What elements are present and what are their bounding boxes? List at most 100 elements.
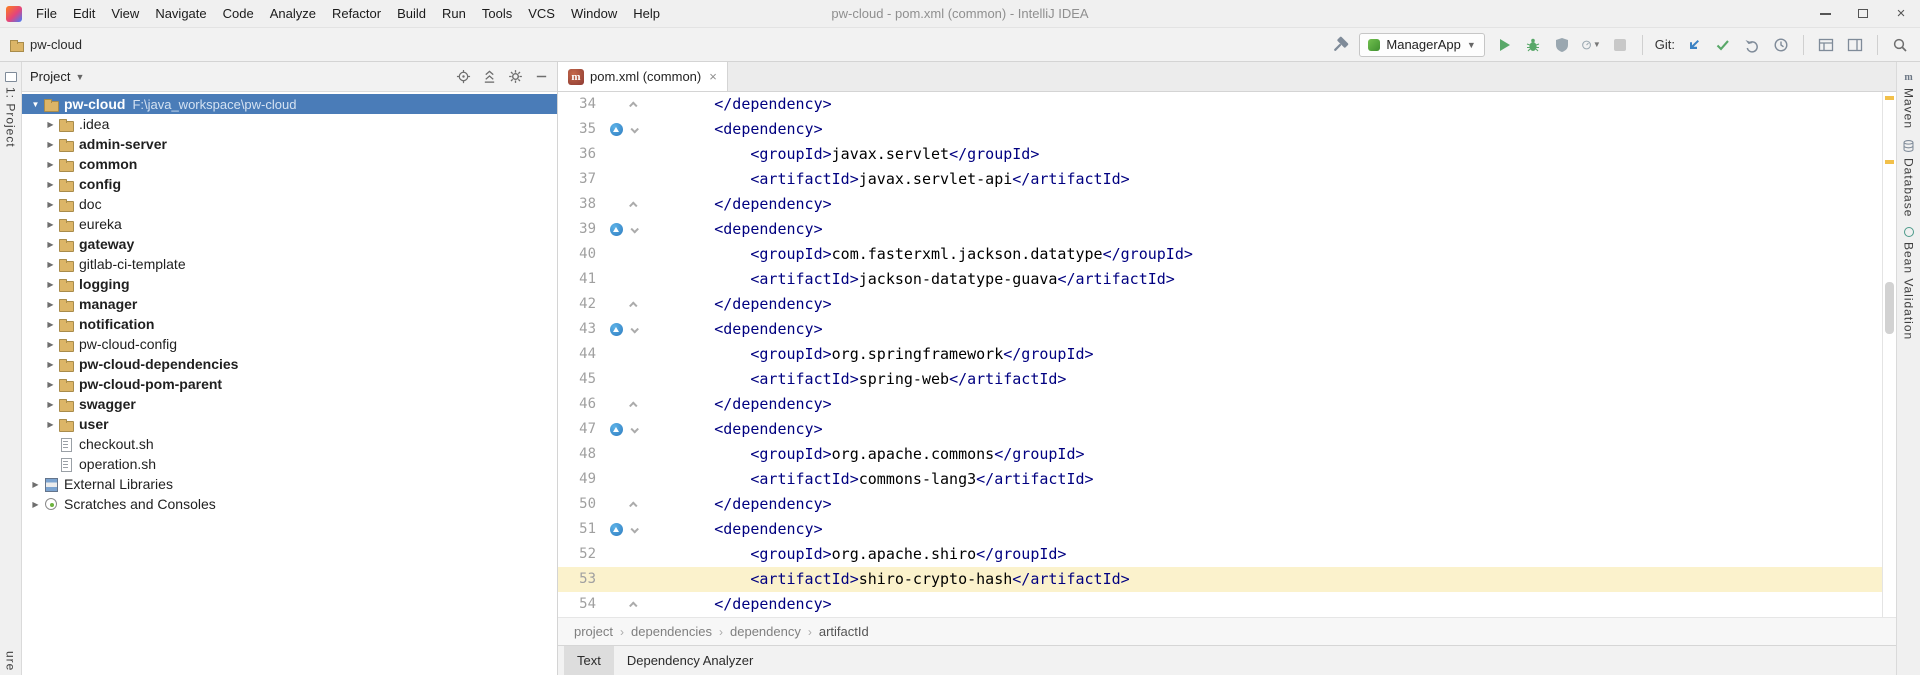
editor-line-34[interactable]: 34 </dependency> bbox=[558, 92, 1882, 117]
menu-file[interactable]: File bbox=[28, 0, 65, 27]
editor-scrollbar[interactable] bbox=[1882, 92, 1896, 617]
menu-edit[interactable]: Edit bbox=[65, 0, 103, 27]
layout-editor-button[interactable] bbox=[1816, 35, 1836, 55]
chevron-collapsed-icon[interactable]: ▶ bbox=[43, 240, 58, 249]
editor-line-47[interactable]: 47 <dependency> bbox=[558, 417, 1882, 442]
tree-item-operation-sh[interactable]: operation.sh bbox=[22, 454, 557, 474]
editor-line-37[interactable]: 37 <artifactId>javax.servlet-api</artifa… bbox=[558, 167, 1882, 192]
editor[interactable]: 34 </dependency>35 <dependency>36 <group… bbox=[558, 92, 1896, 617]
hide-panel-button[interactable] bbox=[533, 69, 549, 85]
maven-dependency-gutter-icon[interactable] bbox=[610, 423, 623, 436]
chevron-collapsed-icon[interactable]: ▶ bbox=[28, 480, 43, 489]
menu-help[interactable]: Help bbox=[625, 0, 668, 27]
tree-item-user[interactable]: ▶user bbox=[22, 414, 557, 434]
menu-vcs[interactable]: VCS bbox=[520, 0, 563, 27]
fold-marker-icon[interactable] bbox=[629, 101, 637, 109]
fold-marker-icon[interactable] bbox=[630, 525, 638, 533]
chevron-collapsed-icon[interactable]: ▶ bbox=[43, 420, 58, 429]
fold-marker-icon[interactable] bbox=[629, 601, 637, 609]
editor-line-46[interactable]: 46 </dependency> bbox=[558, 392, 1882, 417]
editor-line-48[interactable]: 48 <groupId>org.apache.commons</groupId> bbox=[558, 442, 1882, 467]
tool-window-button-project[interactable]: 1: Project bbox=[0, 62, 21, 148]
chevron-collapsed-icon[interactable]: ▶ bbox=[43, 280, 58, 289]
tree-item-external-libraries[interactable]: ▶External Libraries bbox=[22, 474, 557, 494]
tree-item-eureka[interactable]: ▶eureka bbox=[22, 214, 557, 234]
locate-file-button[interactable] bbox=[455, 69, 471, 85]
editor-line-42[interactable]: 42 </dependency> bbox=[558, 292, 1882, 317]
scrollbar-thumb[interactable] bbox=[1885, 282, 1894, 334]
chevron-collapsed-icon[interactable]: ▶ bbox=[43, 120, 58, 129]
navbar-project-label[interactable]: pw-cloud bbox=[30, 37, 82, 52]
run-configuration-selector[interactable]: ManagerApp ▼ bbox=[1359, 33, 1484, 57]
chevron-collapsed-icon[interactable]: ▶ bbox=[43, 360, 58, 369]
editor-line-45[interactable]: 45 <artifactId>spring-web</artifactId> bbox=[558, 367, 1882, 392]
fold-marker-icon[interactable] bbox=[629, 501, 637, 509]
editor-line-39[interactable]: 39 <dependency> bbox=[558, 217, 1882, 242]
settings-button[interactable] bbox=[507, 69, 523, 85]
tool-window-button-database[interactable]: Database bbox=[1897, 129, 1920, 217]
fold-marker-icon[interactable] bbox=[629, 401, 637, 409]
chevron-expanded-icon[interactable]: ▼ bbox=[28, 100, 43, 109]
editor-line-43[interactable]: 43 <dependency> bbox=[558, 317, 1882, 342]
tree-item-gateway[interactable]: ▶gateway bbox=[22, 234, 557, 254]
tree-item-gitlab-ci-template[interactable]: ▶gitlab-ci-template bbox=[22, 254, 557, 274]
chevron-collapsed-icon[interactable]: ▶ bbox=[43, 200, 58, 209]
update-project-button[interactable] bbox=[1684, 35, 1704, 55]
project-panel-title[interactable]: Project bbox=[30, 69, 70, 84]
editor-line-49[interactable]: 49 <artifactId>commons-lang3</artifactId… bbox=[558, 467, 1882, 492]
tree-item-idea[interactable]: ▶.idea bbox=[22, 114, 557, 134]
chevron-collapsed-icon[interactable]: ▶ bbox=[43, 140, 58, 149]
fold-marker-icon[interactable] bbox=[630, 225, 638, 233]
tree-item-common[interactable]: ▶common bbox=[22, 154, 557, 174]
editor-line-54[interactable]: 54 </dependency> bbox=[558, 592, 1882, 617]
revert-button[interactable] bbox=[1742, 35, 1762, 55]
run-button[interactable] bbox=[1494, 35, 1514, 55]
chevron-collapsed-icon[interactable]: ▶ bbox=[43, 180, 58, 189]
editor-line-53[interactable]: 53 <artifactId>shiro-crypto-hash</artifa… bbox=[558, 567, 1882, 592]
chevron-collapsed-icon[interactable]: ▶ bbox=[43, 400, 58, 409]
editor-line-44[interactable]: 44 <groupId>org.springframework</groupId… bbox=[558, 342, 1882, 367]
tree-item-pw-cloud-config[interactable]: ▶pw-cloud-config bbox=[22, 334, 557, 354]
warning-stripe-mark[interactable] bbox=[1885, 160, 1894, 164]
breadcrumb-item-project[interactable]: project bbox=[574, 624, 613, 639]
navigation-bar[interactable]: pw-cloud bbox=[10, 37, 82, 52]
editor-line-50[interactable]: 50 </dependency> bbox=[558, 492, 1882, 517]
debug-button[interactable] bbox=[1523, 35, 1543, 55]
tree-item-manager[interactable]: ▶manager bbox=[22, 294, 557, 314]
search-everywhere-button[interactable] bbox=[1890, 35, 1910, 55]
minimize-button[interactable] bbox=[1806, 0, 1844, 27]
stop-button[interactable] bbox=[1610, 35, 1630, 55]
menu-build[interactable]: Build bbox=[389, 0, 434, 27]
editor-line-51[interactable]: 51 <dependency> bbox=[558, 517, 1882, 542]
maven-dependency-gutter-icon[interactable] bbox=[610, 123, 623, 136]
run-with-coverage-button[interactable] bbox=[1552, 35, 1572, 55]
editor-line-38[interactable]: 38 </dependency> bbox=[558, 192, 1882, 217]
fold-marker-icon[interactable] bbox=[630, 325, 638, 333]
maven-dependency-gutter-icon[interactable] bbox=[610, 323, 623, 336]
layout-windows-button[interactable] bbox=[1845, 35, 1865, 55]
history-button[interactable] bbox=[1771, 35, 1791, 55]
tree-item-checkout-sh[interactable]: checkout.sh bbox=[22, 434, 557, 454]
menu-analyze[interactable]: Analyze bbox=[262, 0, 324, 27]
chevron-down-icon[interactable]: ▼ bbox=[75, 72, 84, 82]
breadcrumb-item-dependency[interactable]: dependency bbox=[730, 624, 801, 639]
tree-item-pw-cloud-dependencies[interactable]: ▶pw-cloud-dependencies bbox=[22, 354, 557, 374]
editor-line-40[interactable]: 40 <groupId>com.fasterxml.jackson.dataty… bbox=[558, 242, 1882, 267]
fold-marker-icon[interactable] bbox=[629, 201, 637, 209]
editor-line-41[interactable]: 41 <artifactId>jackson-datatype-guava</a… bbox=[558, 267, 1882, 292]
close-button[interactable]: × bbox=[1882, 0, 1920, 27]
chevron-collapsed-icon[interactable]: ▶ bbox=[28, 500, 43, 509]
menu-refactor[interactable]: Refactor bbox=[324, 0, 389, 27]
maven-dependency-gutter-icon[interactable] bbox=[610, 223, 623, 236]
fold-marker-icon[interactable] bbox=[630, 425, 638, 433]
menu-run[interactable]: Run bbox=[434, 0, 474, 27]
menu-window[interactable]: Window bbox=[563, 0, 625, 27]
fold-marker-icon[interactable] bbox=[630, 125, 638, 133]
fold-marker-icon[interactable] bbox=[629, 301, 637, 309]
profiler-button[interactable]: ▼ bbox=[1581, 35, 1601, 55]
chevron-collapsed-icon[interactable]: ▶ bbox=[43, 260, 58, 269]
collapse-all-button[interactable] bbox=[481, 69, 497, 85]
menu-view[interactable]: View bbox=[103, 0, 147, 27]
menu-navigate[interactable]: Navigate bbox=[147, 0, 214, 27]
editor-line-36[interactable]: 36 <groupId>javax.servlet</groupId> bbox=[558, 142, 1882, 167]
